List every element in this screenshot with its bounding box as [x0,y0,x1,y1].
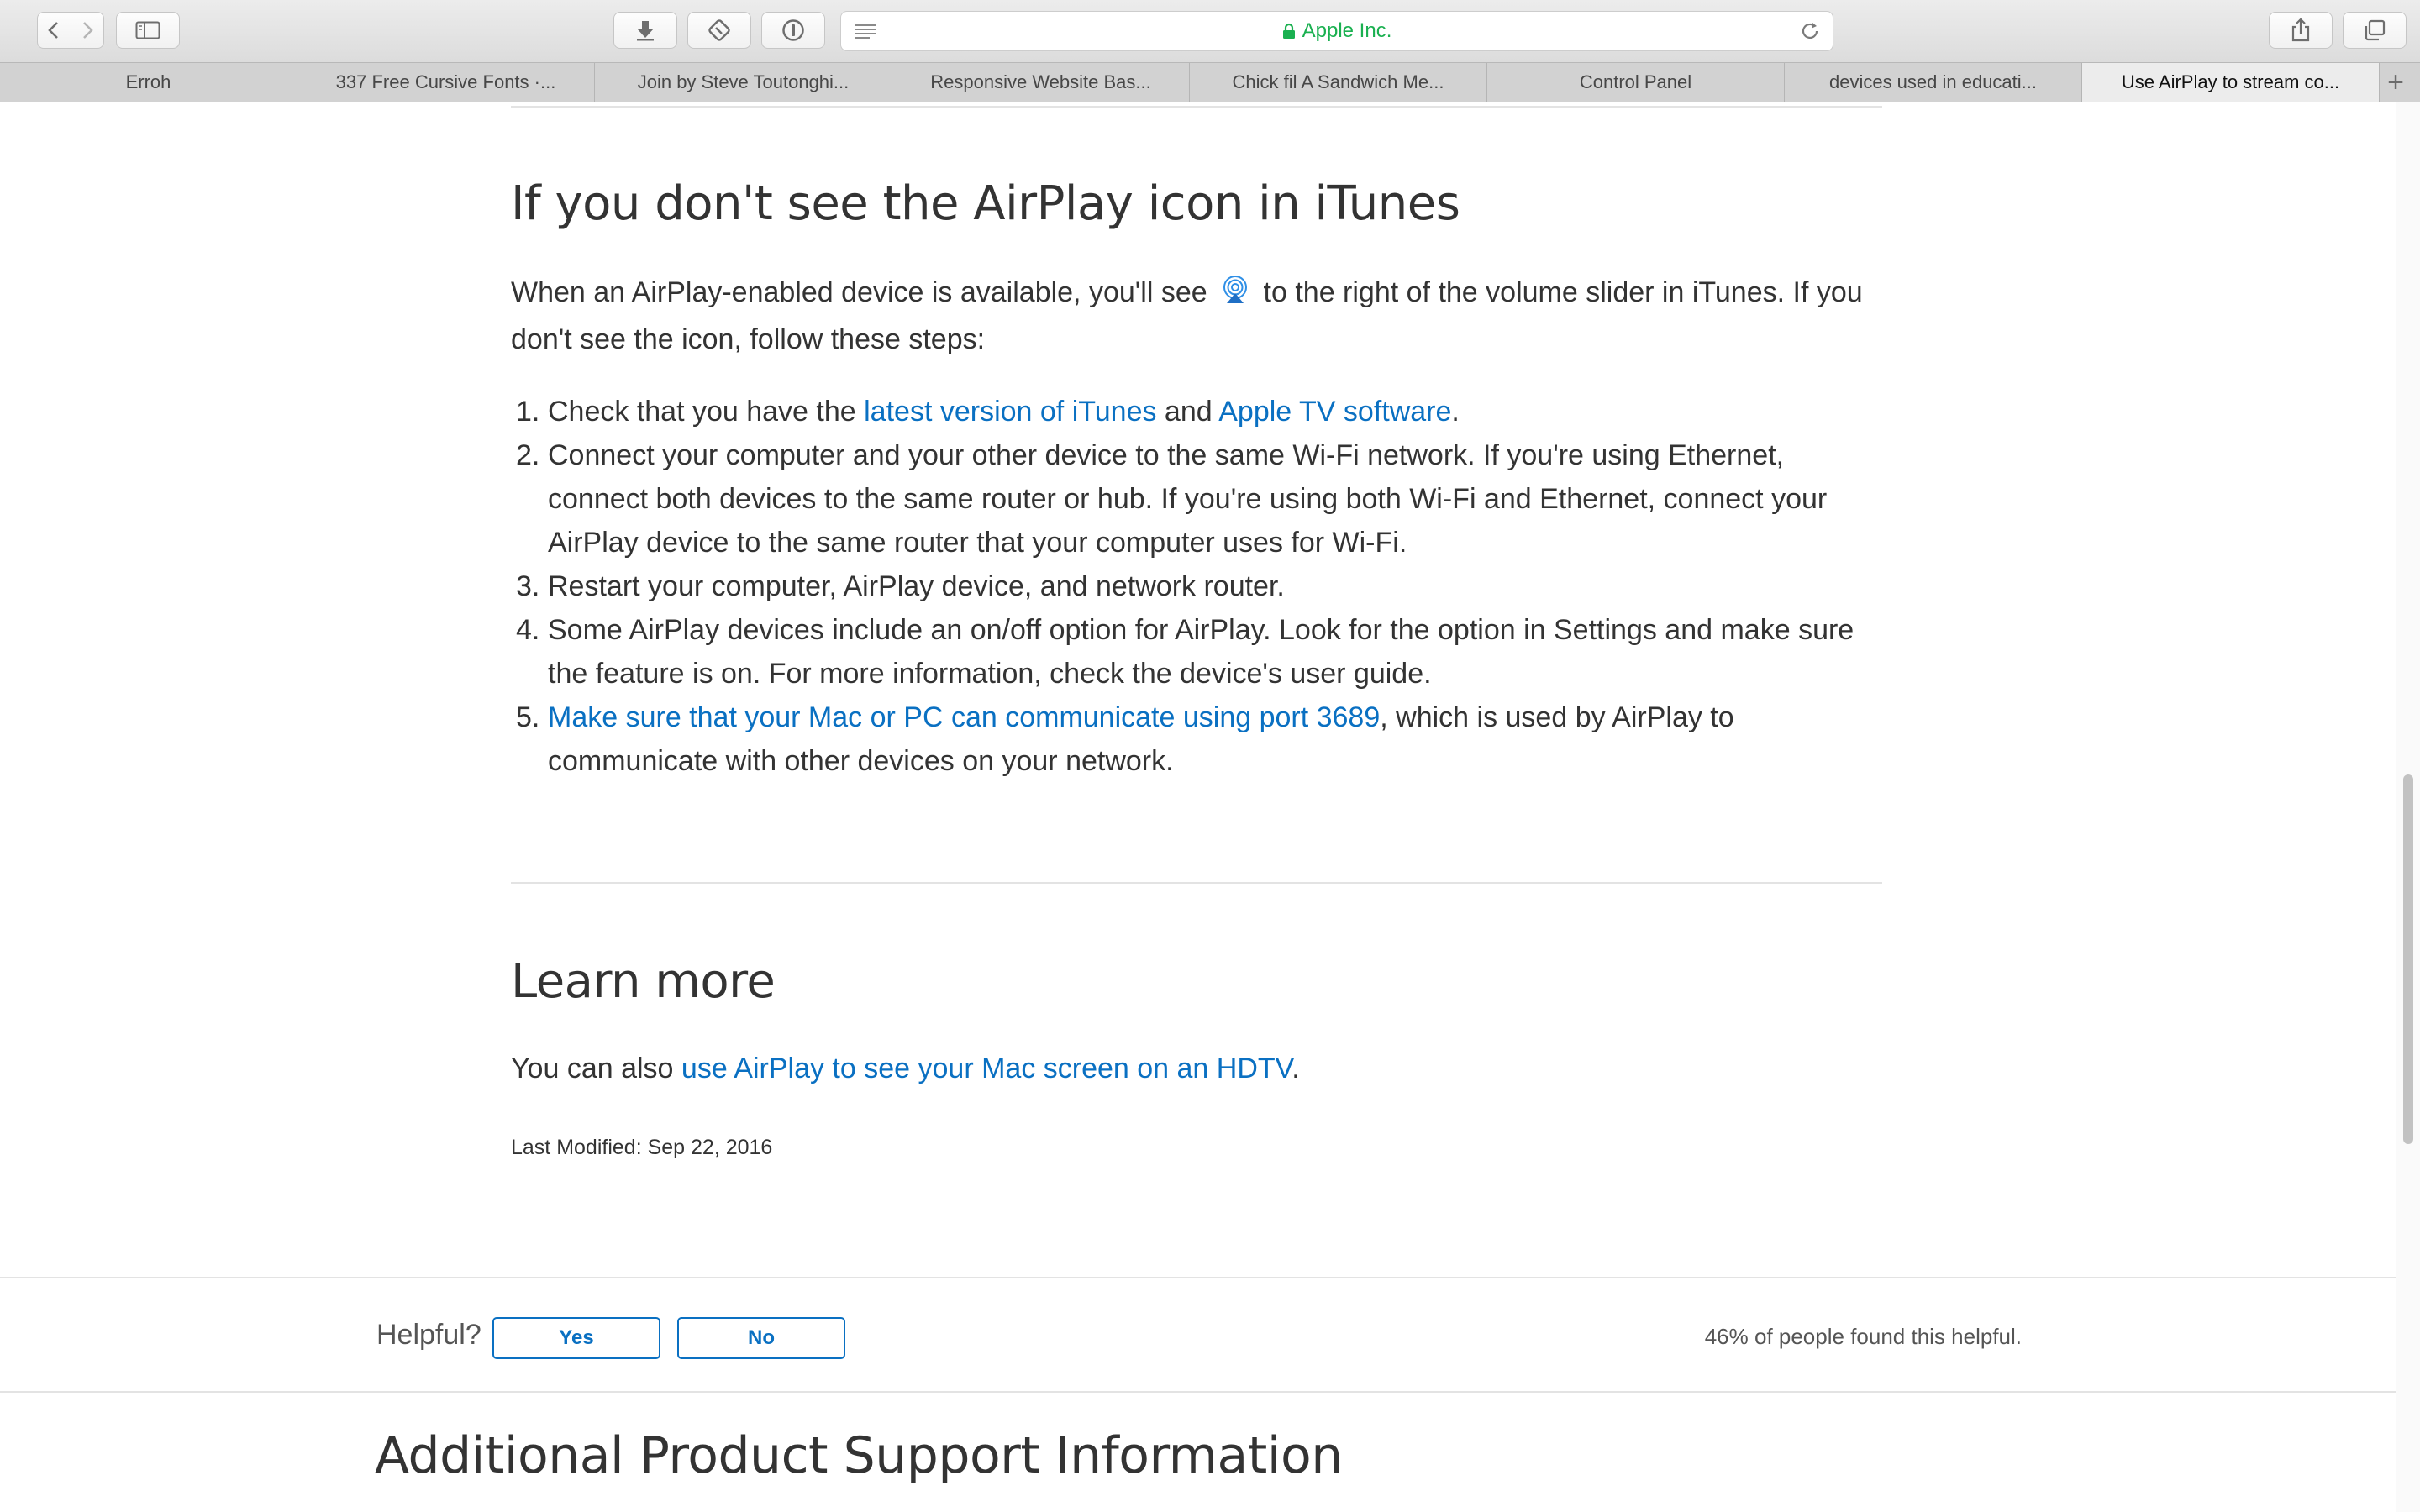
apple-tv-software-link[interactable]: Apple TV software [1218,396,1451,428]
tab-cursive-fonts[interactable]: 337 Free Cursive Fonts ·... [297,63,595,102]
address-host: Apple Inc. [841,12,1833,50]
tab-bar: Erroh 337 Free Cursive Fonts ·... Join b… [0,62,2420,102]
list-item: 1. Check that you have the latest versio… [511,390,1889,433]
tab-steve-toutonghi[interactable]: Join by Steve Toutonghi... [595,63,892,102]
step-number: 4. [516,614,540,646]
airplay-icon [1220,274,1250,318]
step-text: Restart your computer, AirPlay device, a… [548,570,1285,602]
step-number: 3. [516,570,540,602]
section-heading-airplay-icon: If you don't see the AirPlay icon in iTu… [511,176,1460,231]
helpful-yes-button[interactable]: Yes [492,1317,660,1359]
share-icon [2291,18,2310,42]
info-icon [782,19,804,41]
back-button[interactable] [38,13,71,48]
divider-learn-more [511,882,1882,884]
feedback-bar: Helpful? Yes No 46% of people found this… [0,1277,2396,1393]
tab-chick-fil-a[interactable]: Chick fil A Sandwich Me... [1190,63,1487,102]
downloads-icon [637,21,654,41]
step-text: Some AirPlay devices include an on/off o… [548,614,1854,690]
address-bar[interactable]: Apple Inc. [840,11,1833,51]
list-item: 4. Some AirPlay devices include an on/of… [511,608,1889,696]
section-heading-learn-more: Learn more [511,954,776,1009]
step-number: 1. [516,396,540,428]
reload-icon [1802,23,1818,39]
step-number: 2. [516,439,540,471]
learn-more-paragraph: You can also use AirPlay to see your Mac… [511,1047,1300,1090]
troubleshooting-steps: 1. Check that you have the latest versio… [511,390,1889,783]
tab-erroh[interactable]: Erroh [0,63,297,102]
learn-more-text: You can also [511,1053,681,1084]
last-modified: Last Modified: Sep 22, 2016 [511,1136,773,1159]
helpful-label: Helpful? [376,1319,481,1351]
tab-devices-education[interactable]: devices used in educati... [1785,63,2082,102]
downloads-button[interactable] [613,12,677,49]
reload-button[interactable] [1799,20,1821,46]
port-3689-link[interactable]: Make sure that your Mac or PC can commun… [548,701,1380,733]
helpful-no-button[interactable]: No [677,1317,845,1359]
lock-icon [1282,23,1295,39]
section-heading-additional-support: Additional Product Support Information [375,1426,1343,1485]
forward-button[interactable] [71,13,104,48]
helpful-statistic: 46% of people found this helpful. [1704,1324,2022,1349]
list-item: 5. Make sure that your Mac or PC can com… [511,696,1889,783]
tabs-icon [2365,19,2386,41]
tab-airplay-active[interactable]: Use AirPlay to stream co... [2082,63,2380,102]
forward-icon [82,22,93,39]
airplay-mirroring-link[interactable]: use AirPlay to see your Mac screen on an… [681,1053,1292,1084]
list-item: 2. Connect your computer and your other … [511,433,1889,564]
extension-button[interactable] [687,12,751,49]
step-text: and [1156,396,1219,428]
page-scrollbar[interactable] [2396,102,2420,1512]
extension-icon [708,19,730,41]
back-icon [48,22,59,39]
step-text: Check that you have the [548,396,865,428]
intro-text-before: When an AirPlay-enabled device is availa… [511,276,1207,308]
latest-itunes-link[interactable]: latest version of iTunes [864,396,1156,428]
step-number: 5. [516,701,540,733]
divider-top [511,106,1882,108]
scrollbar-thumb[interactable] [2403,774,2413,1144]
tab-responsive-website[interactable]: Responsive Website Bas... [892,63,1190,102]
step-text: . [1451,396,1460,428]
intro-paragraph: When an AirPlay-enabled device is availa… [511,270,1889,361]
tab-control-panel[interactable]: Control Panel [1487,63,1785,102]
tabs-overview-button[interactable] [2343,12,2407,49]
info-button[interactable] [761,12,825,49]
list-item: 3. Restart your computer, AirPlay device… [511,564,1889,608]
sidebar-icon [135,21,160,39]
step-text: Connect your computer and your other dev… [548,439,1828,559]
host-text: Apple Inc. [1302,19,1392,42]
share-button[interactable] [2269,12,2333,49]
browser-toolbar: Apple Inc. [0,0,2420,62]
learn-more-text-end: . [1292,1053,1300,1084]
navigation-buttons [37,12,104,49]
new-tab-button[interactable]: + [2380,63,2412,102]
sidebar-button[interactable] [116,12,180,49]
